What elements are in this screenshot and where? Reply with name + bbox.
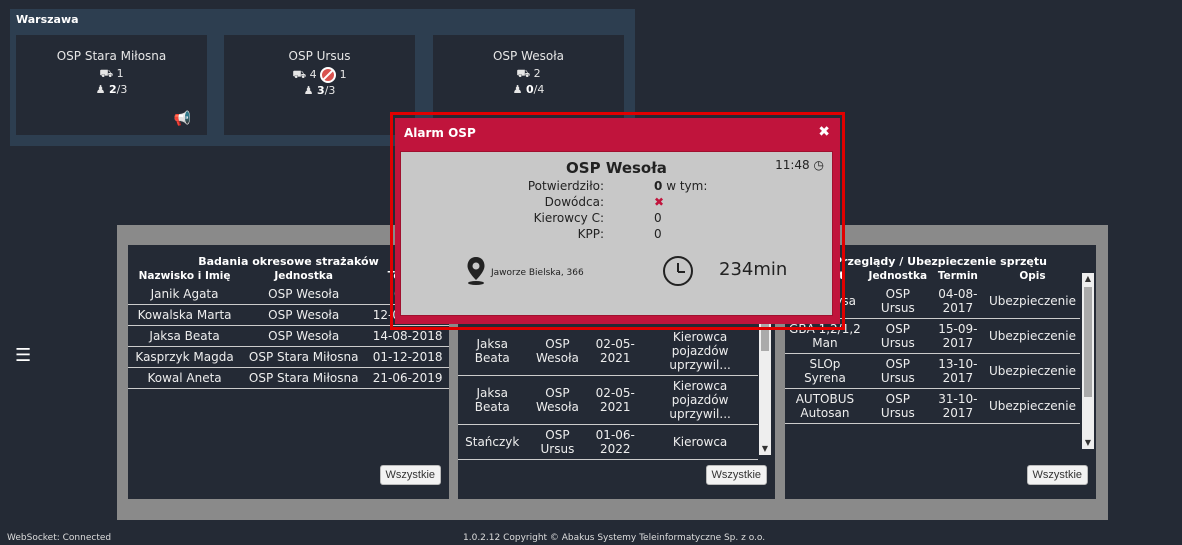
unit-card-ursus[interactable]: OSP Ursus ⛟ 4 1 ♟ 3/3 xyxy=(224,35,415,135)
truck-count: 1 xyxy=(116,67,124,80)
commander-missing-icon: ✖ xyxy=(654,195,665,209)
confirmed-label: Potwierdziło: xyxy=(527,179,604,193)
people-count: 0 xyxy=(526,83,534,96)
table-row[interactable]: Stańczyk OSP Ursus 01-06-2022 Kierowca xyxy=(458,424,758,460)
truck-icon: ⛟ xyxy=(516,67,531,80)
col-header[interactable]: Jednostka xyxy=(865,268,931,284)
truck-icon: ⛟ xyxy=(99,67,114,80)
megaphone-icon[interactable]: 📢 xyxy=(174,111,191,127)
people-total: /3 xyxy=(324,84,336,97)
person-icon: ♟ xyxy=(512,83,523,96)
scroll-down-icon[interactable]: ▼ xyxy=(759,443,771,455)
person-icon: ♟ xyxy=(95,83,106,96)
alarm-header: Alarm OSP xyxy=(404,126,476,140)
col-header[interactable]: Nazwisko i Imię xyxy=(128,268,241,284)
unavailable-count: 1 xyxy=(339,68,347,81)
kpp-label: KPP: xyxy=(577,227,604,241)
hamburger-menu-icon[interactable]: ☰ xyxy=(15,345,31,366)
truck-count: 2 xyxy=(533,67,541,80)
close-icon[interactable]: ✖ xyxy=(818,124,830,140)
unit-name: OSP Stara Miłosna xyxy=(56,49,167,63)
scrollbar[interactable]: ▲▼ xyxy=(1082,273,1094,449)
show-all-button[interactable]: Wszystkie xyxy=(379,465,441,485)
alarm-time: 11:48 ◷ xyxy=(775,158,824,172)
szkolenia-table: Jaksa Beata OSP Wesoła 02-05-2021 Kierowca … xyxy=(458,327,758,460)
confirmed-suffix: w tym: xyxy=(666,179,708,193)
table-row[interactable]: SLOp Syrena OSP Ursus 13-10-2017 Ubezpiecze… xyxy=(785,353,1080,389)
scroll-down-icon[interactable]: ▼ xyxy=(1082,437,1094,449)
drivers-value: 0 xyxy=(654,211,662,225)
scroll-up-icon[interactable]: ▲ xyxy=(1082,273,1094,285)
copyright: 1.0.2.12 Copyright © Abakus Systemy Tele… xyxy=(463,533,766,543)
truck-count: 4 xyxy=(309,68,317,81)
person-icon: ♟ xyxy=(303,84,314,97)
col-header[interactable]: Jednostka xyxy=(241,268,366,284)
unit-name: OSP Ursus xyxy=(288,49,351,63)
scroll-thumb[interactable] xyxy=(1084,287,1092,397)
websocket-status: WebSocket: Connected xyxy=(7,533,112,543)
show-all-button[interactable]: Wszystkie xyxy=(1026,465,1088,485)
truck-icon: ⛟ xyxy=(292,68,307,81)
city-title: Warszawa xyxy=(16,13,79,26)
kpp-value: 0 xyxy=(654,227,662,241)
commander-label: Dowódca: xyxy=(544,195,604,209)
alarm-minutes: 234min xyxy=(719,259,788,280)
alarm-unit-name: OSP Wesoła xyxy=(566,159,667,177)
unit-card-stara-milosna[interactable]: OSP Stara Miłosna ⛟ 1 ♟ 2/3 📢 xyxy=(16,35,207,135)
table-row[interactable]: Kowal Aneta OSP Stara Miłosna 21-06-2019 xyxy=(128,367,449,389)
col-header[interactable]: Termin xyxy=(931,268,985,284)
col-header[interactable]: Opis xyxy=(985,268,1080,284)
table-row[interactable]: Kasprzyk Magda OSP Stara Miłosna 01-12-201… xyxy=(128,346,449,368)
location-pin-icon xyxy=(467,257,485,285)
clock-small-icon: ◷ xyxy=(813,158,824,172)
table-row[interactable]: AUTOBUS Autosan OSP Ursus 31-10-2017 Ubezpi… xyxy=(785,388,1080,424)
show-all-button[interactable]: Wszystkie xyxy=(705,465,767,485)
people-total: /3 xyxy=(116,83,128,96)
people-count: 2 xyxy=(109,83,117,96)
alarm-body: OSP Wesoła 11:48 ◷ Potwierdziło: 0 w tym:… xyxy=(400,151,833,316)
alarm-modal: Alarm OSP ✖ OSP Wesoła 11:48 ◷ Potwierdz… xyxy=(395,118,840,324)
people-count: 3 xyxy=(317,84,325,97)
unavailable-truck-icon xyxy=(320,67,337,83)
table-row[interactable]: Jaksa Beata OSP Wesoła 02-05-2021 Kierowca … xyxy=(458,375,758,425)
table-row[interactable]: Jaksa Beata OSP Wesoła 02-05-2021 Kierowca … xyxy=(458,327,758,376)
clock-icon xyxy=(663,256,693,286)
unit-name: OSP Wesoła xyxy=(492,49,564,63)
drivers-label: Kierowcy C: xyxy=(533,211,604,225)
confirmed-value: 0 xyxy=(654,179,663,193)
people-total: /4 xyxy=(533,83,545,96)
alarm-address: Jaworze Bielska, 366 xyxy=(491,268,584,278)
